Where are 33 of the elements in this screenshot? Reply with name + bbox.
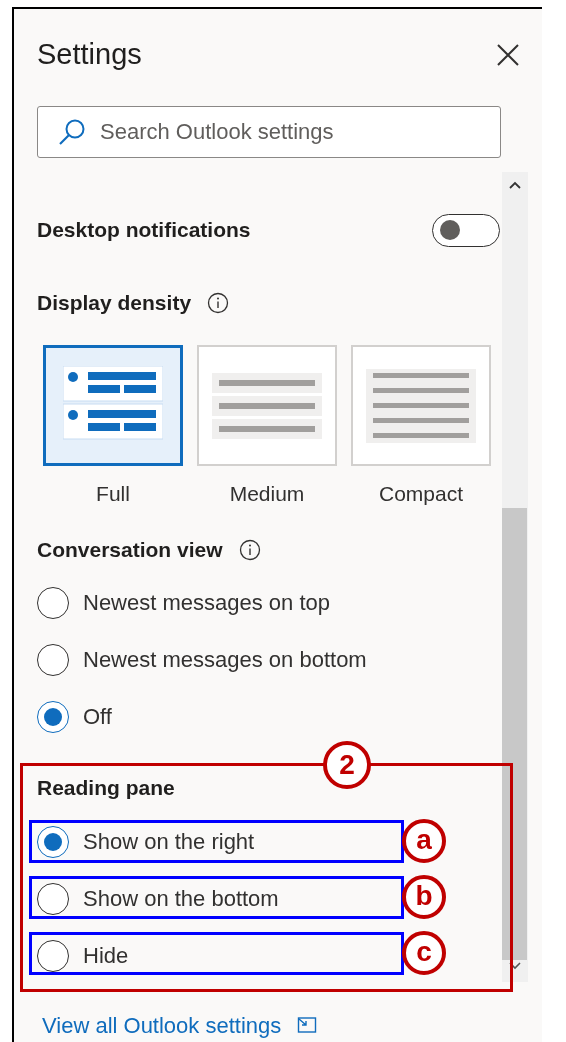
scrollbar[interactable] xyxy=(502,172,528,982)
density-option[interactable] xyxy=(43,345,183,466)
search-field[interactable]: Search Outlook settings xyxy=(37,106,501,158)
radio-label: Hide xyxy=(83,942,129,970)
radio-label: Newest messages on top xyxy=(83,589,331,617)
radio-label: Show on the bottom xyxy=(83,885,279,913)
info-icon[interactable] xyxy=(207,292,230,314)
density-label: Full xyxy=(96,481,130,504)
scroll-down-icon[interactable] xyxy=(509,961,521,971)
info-icon[interactable] xyxy=(238,539,261,561)
section-heading: Display density xyxy=(37,290,192,317)
radio-label: Newest messages on bottom xyxy=(83,646,367,674)
search-icon xyxy=(57,117,87,147)
radio-button[interactable] xyxy=(37,643,69,676)
radio-button[interactable] xyxy=(37,939,69,972)
setting-label: Desktop notifications xyxy=(37,217,251,244)
close-icon xyxy=(496,43,520,67)
toggle-switch[interactable] xyxy=(432,213,500,247)
radio-button[interactable] xyxy=(37,825,69,858)
section-heading: Reading pane xyxy=(37,775,175,802)
panel-title: Settings xyxy=(37,37,142,73)
density-label: Medium xyxy=(229,481,305,504)
radio-label: Off xyxy=(83,703,112,731)
external-window-icon xyxy=(297,1016,318,1034)
scrollbar-thumb[interactable] xyxy=(502,508,527,960)
section-heading: Conversation view xyxy=(37,537,223,564)
radio-label: Show on the right xyxy=(83,828,255,856)
density-label: Compact xyxy=(379,481,463,504)
radio-button[interactable] xyxy=(37,700,69,733)
settings-link[interactable]: View all Outlook settings xyxy=(42,1008,282,1042)
radio-button[interactable] xyxy=(37,586,69,619)
scroll-up-icon[interactable] xyxy=(509,180,521,190)
radio-button[interactable] xyxy=(37,882,69,915)
